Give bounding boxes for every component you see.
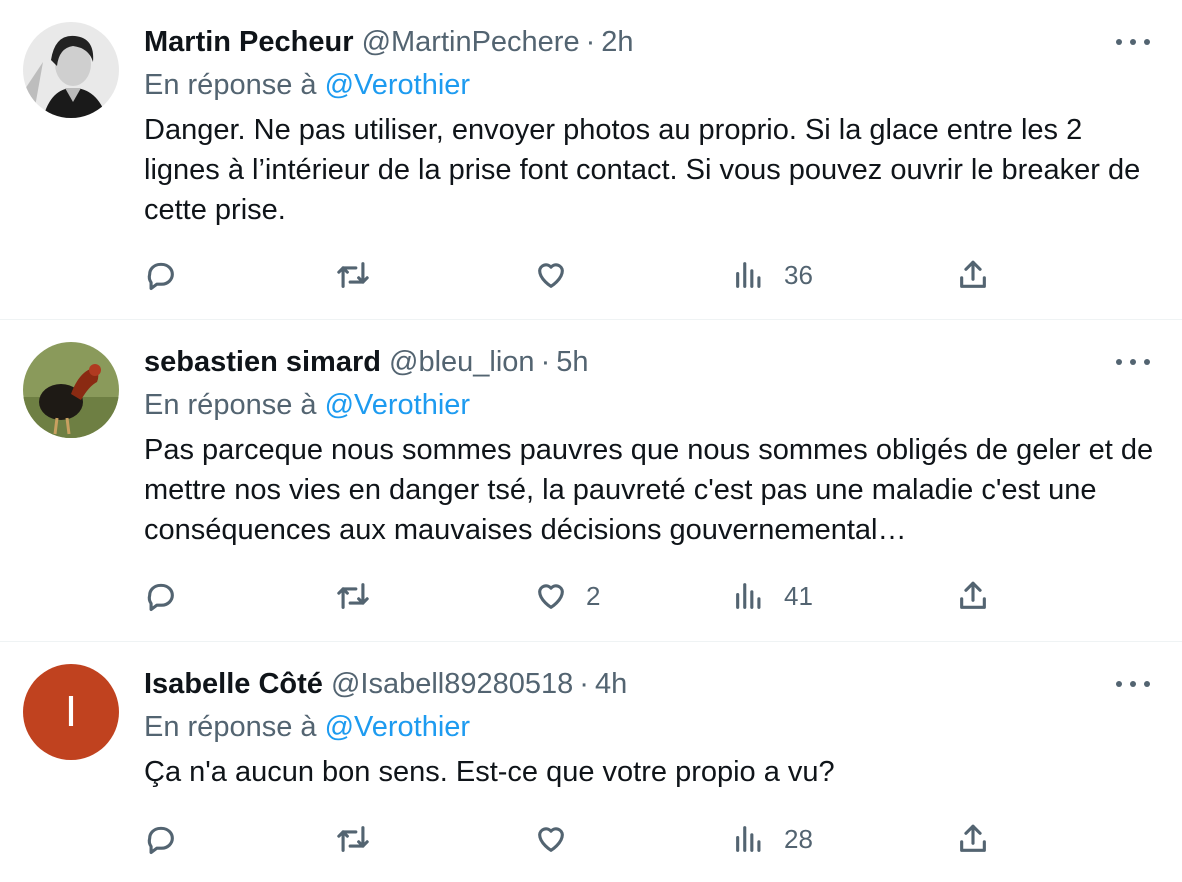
author-handle[interactable]: @MartinPechere <box>362 26 580 58</box>
views-icon <box>736 262 761 288</box>
tweet-actions: 2 41 <box>144 576 1024 616</box>
reply-button[interactable] <box>144 255 178 295</box>
views-button[interactable]: 36 <box>732 255 813 295</box>
avatar[interactable] <box>23 22 119 118</box>
retweet-button[interactable] <box>336 819 370 859</box>
reply-button[interactable] <box>144 576 178 616</box>
retweet-button[interactable] <box>336 255 370 295</box>
share-button[interactable] <box>956 819 990 859</box>
share-icon <box>960 824 986 852</box>
reply-mention-link[interactable]: @Verothier <box>325 711 471 743</box>
views-icon <box>736 826 761 852</box>
author-name[interactable]: Martin Pecheur <box>144 26 354 58</box>
tweet-actions: 28 <box>144 819 1024 859</box>
retweet-button[interactable] <box>336 576 370 616</box>
tweet-text: Ça n'a aucun bon sens. Est-ce que votre … <box>144 756 835 788</box>
avatar[interactable] <box>23 342 119 438</box>
retweet-icon <box>337 826 369 852</box>
reply-mention-link[interactable]: @Verothier <box>325 69 471 101</box>
views-button[interactable]: 41 <box>732 576 813 616</box>
avatar-photo <box>23 342 119 438</box>
separator-dot: · <box>579 668 589 700</box>
reply-icon <box>147 826 174 855</box>
view-count: 28 <box>784 823 813 854</box>
reply-mention-link[interactable]: @Verothier <box>325 389 471 421</box>
timestamp[interactable]: 2h <box>601 26 633 58</box>
author-handle[interactable]: @Isabell89280518 <box>331 668 573 700</box>
more-icon[interactable] <box>1116 32 1150 52</box>
tweet-actions: 36 <box>144 255 1024 295</box>
share-button[interactable] <box>956 576 990 616</box>
reply-context: En réponse à @Verothier <box>144 385 470 425</box>
retweet-icon <box>337 583 369 609</box>
like-icon <box>538 263 564 288</box>
share-icon <box>960 581 986 609</box>
tweet-3[interactable]: I Isabelle Côté @Isabell89280518 · 4h En r… <box>0 642 1182 882</box>
reply-prefix: En réponse à <box>144 69 317 101</box>
tweet-header: Martin Pecheur @MartinPechere · 2h <box>144 22 634 62</box>
avatar[interactable]: I <box>23 664 119 760</box>
reply-icon <box>147 262 174 291</box>
more-icon[interactable] <box>1116 674 1150 694</box>
like-icon <box>538 584 564 609</box>
separator-dot: · <box>585 26 596 58</box>
reply-prefix: En réponse à <box>144 389 317 421</box>
tweet-header: sebastien simard @bleu_lion · 5h <box>144 342 589 382</box>
reply-prefix: En réponse à <box>144 711 317 743</box>
share-button[interactable] <box>956 255 990 295</box>
like-button[interactable]: 2 <box>534 576 600 616</box>
views-button[interactable]: 28 <box>732 819 813 859</box>
timestamp[interactable]: 5h <box>556 346 588 378</box>
tweet-1[interactable]: Martin Pecheur @MartinPechere · 2h En répo… <box>0 0 1182 320</box>
timestamp[interactable]: 4h <box>595 668 627 700</box>
like-icon <box>538 827 564 852</box>
reply-button[interactable] <box>144 819 178 859</box>
author-handle[interactable]: @bleu_lion <box>389 346 535 378</box>
like-count: 2 <box>586 580 601 611</box>
view-count: 36 <box>784 259 813 290</box>
more-icon[interactable] <box>1116 352 1150 372</box>
like-button[interactable] <box>534 819 586 859</box>
separator-dot: · <box>540 346 551 378</box>
retweet-icon <box>337 262 369 288</box>
reply-icon <box>147 583 174 612</box>
tweet-header: Isabelle Côté @Isabell89280518 · 4h <box>144 664 627 704</box>
share-icon <box>960 260 986 288</box>
views-icon <box>736 583 761 609</box>
like-button[interactable] <box>534 255 586 295</box>
reply-context: En réponse à @Verothier <box>144 707 470 747</box>
tweet-text: Pas parceque nous sommes pauvres que nou… <box>144 434 1154 546</box>
view-count: 41 <box>784 580 813 611</box>
author-name[interactable]: Isabelle Côté <box>144 668 323 700</box>
reply-context: En réponse à @Verothier <box>144 65 470 105</box>
author-name[interactable]: sebastien simard <box>144 346 381 378</box>
avatar-photo <box>23 22 119 118</box>
tweet-text: Danger. Ne pas utiliser, envoyer photos … <box>144 114 1141 226</box>
tweet-2[interactable]: sebastien simard @bleu_lion · 5h En répons… <box>0 320 1182 642</box>
